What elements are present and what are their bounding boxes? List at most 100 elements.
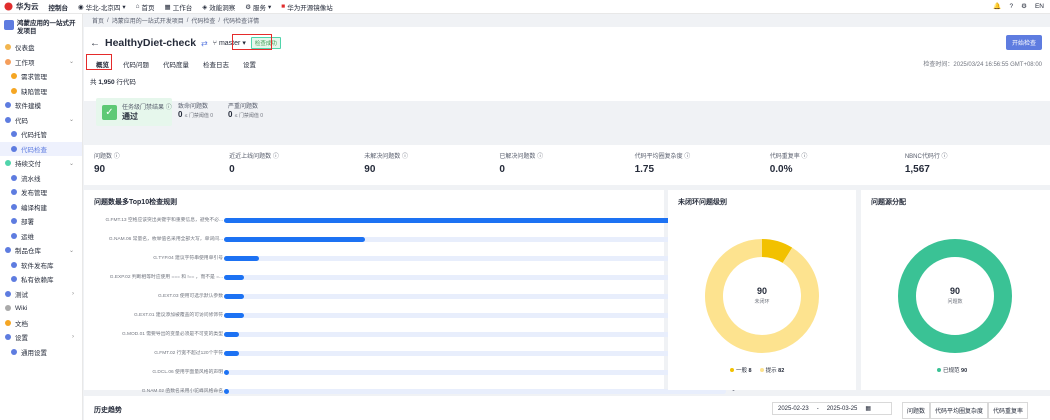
donut2-legend: 已规范 90 bbox=[937, 366, 967, 374]
check-icon: ✓ bbox=[102, 104, 117, 120]
back-arrow-icon[interactable]: ← bbox=[90, 38, 100, 49]
chevron-down-icon: ⌄ bbox=[68, 160, 74, 167]
nav-icon bbox=[11, 276, 17, 283]
bar-row: G.EXT.01 建议添加被覆盖的可访问修饰符4 bbox=[94, 310, 735, 320]
donut2-center-value: 90 bbox=[949, 286, 960, 296]
gate-result-value: 通过 bbox=[122, 112, 138, 121]
donut1-legend: 一般 8 提示 82 bbox=[730, 366, 784, 374]
bar[interactable] bbox=[224, 218, 696, 223]
stats-row: 问题数 ⓘ 90 近近上线问题数 ⓘ 0 未解决问题数 ⓘ 90 已解决问题数 ⓘ 0 代码平均… bbox=[84, 145, 1050, 185]
bar[interactable] bbox=[224, 332, 240, 337]
start-check-button[interactable]: 开始检查 bbox=[1005, 35, 1042, 50]
chevron-down-icon: ⌄ bbox=[68, 247, 74, 254]
bell-icon[interactable]: 🔔 bbox=[993, 2, 1001, 10]
history-tab-complexity[interactable]: 代码平均圈复杂度 bbox=[930, 402, 989, 419]
nav-icon bbox=[5, 44, 11, 51]
nav-insight[interactable]: ◈ 效能洞察 bbox=[202, 2, 235, 12]
check-time: 检查时间：2025/03/24 16:56:55 GMT+08:00 bbox=[923, 62, 1042, 68]
gate-result: ✓ 任务级门禁结果 ⓘ 通过 致命问题数 0 ≤ 门禁阈值 0 严重问题数 0 … bbox=[96, 98, 276, 126]
nav-icon bbox=[11, 131, 17, 138]
sidebar-item-3[interactable]: 缺陷管理 bbox=[0, 84, 82, 99]
nav-icon bbox=[5, 334, 11, 341]
breadcrumb-project[interactable]: 鸿蒙应用的一站式开发项目 bbox=[112, 16, 184, 25]
donut-slice-0[interactable] bbox=[898, 239, 1012, 353]
fatal-count: 致命问题数 0 ≤ 门禁阈值 0 bbox=[178, 104, 213, 119]
help-icon: ⓘ bbox=[113, 154, 120, 160]
tab-settings[interactable]: 设置 bbox=[236, 56, 263, 72]
nav-icon bbox=[11, 73, 17, 80]
sidebar-item-label: Wiki bbox=[15, 304, 28, 312]
issue-source-donut bbox=[898, 239, 1012, 353]
history-tab-issues[interactable]: 问题数 bbox=[902, 402, 931, 419]
nav-mirror[interactable]: ■ 华为开源镜像站 bbox=[281, 2, 332, 12]
insight-icon: ◈ bbox=[202, 3, 208, 11]
history-panel: 历史趋势 2025-02-23-2025-03-25 ▦ 问题数 代码平均圈复杂度… bbox=[84, 396, 1050, 420]
sidebar-item-4[interactable]: 软件建模 bbox=[0, 98, 82, 113]
link-icon[interactable]: ⇄ bbox=[201, 39, 208, 48]
bar[interactable] bbox=[224, 256, 260, 261]
nav-workbench[interactable]: ▦ 工作台 bbox=[165, 2, 193, 12]
bar[interactable] bbox=[224, 351, 240, 356]
nav-icon bbox=[5, 160, 11, 167]
tab-metrics[interactable]: 代码度量 bbox=[156, 56, 196, 72]
settings-icon[interactable]: ⚙ bbox=[1021, 2, 1027, 10]
help-icon: ⓘ bbox=[684, 154, 691, 160]
history-tab-duplication[interactable]: 代码重复率 bbox=[988, 402, 1029, 419]
breadcrumb-check[interactable]: 代码检查 bbox=[191, 16, 215, 25]
project-header[interactable]: 鸿蒙应用的一站式开发项目 bbox=[0, 14, 82, 40]
sidebar-item-label: 运维 bbox=[21, 233, 34, 241]
bar-label: G.EXP.02 判断相等时应使用 === 和 !== ，而不是 =... bbox=[109, 275, 223, 280]
sidebar-item-5[interactable]: 代码 ⌄ bbox=[0, 113, 82, 128]
bar[interactable] bbox=[224, 237, 365, 242]
nav-icon bbox=[11, 189, 17, 196]
sidebar-item-1[interactable]: 工作项 ⌄ bbox=[0, 55, 82, 70]
service-icon: ⚙ bbox=[245, 3, 252, 11]
breadcrumb-home[interactable]: 首页 bbox=[92, 16, 104, 25]
lang-switch[interactable]: EN bbox=[1035, 3, 1044, 10]
bar[interactable] bbox=[224, 313, 245, 318]
sidebar-item-10[interactable]: 发布管理 bbox=[0, 185, 82, 200]
bar-track bbox=[224, 351, 726, 356]
donut1-center-value: 90 bbox=[756, 286, 767, 296]
bar-track bbox=[224, 332, 726, 337]
tab-logs[interactable]: 检查日志 bbox=[196, 56, 236, 72]
sidebar-item-11[interactable]: 编译构建 bbox=[0, 200, 82, 215]
console-link[interactable]: 控制台 bbox=[49, 2, 69, 12]
bar-row: G.EXT.03 使用可选示默认参数4 bbox=[94, 291, 735, 301]
help-icon[interactable]: ? bbox=[1010, 3, 1014, 10]
sidebar-item-label: 软件建模 bbox=[15, 103, 41, 111]
sidebar-item-8[interactable]: 持续交付 ⌄ bbox=[0, 156, 82, 171]
sidebar-item-9[interactable]: 流水线 bbox=[0, 171, 82, 186]
bar-label: G.DCL.06 使用字面量风格的声明 bbox=[152, 370, 223, 375]
tab-issues[interactable]: 代码问题 bbox=[116, 56, 156, 72]
chevron-down-icon: ▾ bbox=[122, 3, 126, 11]
help-icon: ⓘ bbox=[401, 154, 408, 160]
total-lines: 共 1,950 行代码 bbox=[90, 79, 136, 86]
sidebar-item-7[interactable]: 代码检查 bbox=[0, 141, 82, 156]
sidebar-item-label: 文档 bbox=[15, 320, 28, 328]
region-select[interactable]: ◉ 华北-北京四 ▾ bbox=[78, 2, 126, 12]
stat-value: 1,567 bbox=[904, 164, 930, 175]
stat-0: 问题数 ⓘ 90 bbox=[94, 151, 229, 179]
nav-home[interactable]: ⌂ 首页 bbox=[136, 2, 155, 12]
nav-service[interactable]: ⚙ 服务 ▾ bbox=[245, 2, 271, 12]
sidebar-item-6[interactable]: 代码托管 bbox=[0, 127, 82, 142]
date-range-picker[interactable]: 2025-02-23-2025-03-25 ▦ bbox=[772, 402, 892, 415]
breadcrumb: 首页 / 鸿蒙应用的一站式开发项目 / 代码检查 / 代码检查详情 bbox=[92, 16, 260, 26]
nav-icon bbox=[5, 247, 11, 254]
donut-slice-1[interactable] bbox=[705, 239, 819, 353]
bar[interactable] bbox=[224, 389, 230, 394]
breadcrumb-current: 代码检查详情 bbox=[223, 19, 260, 25]
brand-logo[interactable]: 华为云 bbox=[4, 1, 39, 12]
donut-slice-0[interactable] bbox=[761, 239, 793, 264]
sidebar-item-2[interactable]: 需求管理 bbox=[0, 69, 82, 84]
chevron-down-icon: ⌄ bbox=[68, 59, 74, 66]
bar[interactable] bbox=[224, 275, 245, 280]
sidebar-item-label: 测试 bbox=[15, 291, 28, 299]
bar-label: G.MOD.01 需要导出的变量必须是不可变的类型 bbox=[121, 332, 223, 337]
stat-value: 90 bbox=[94, 164, 106, 175]
bar[interactable] bbox=[224, 370, 230, 375]
sidebar-item-0[interactable]: 仪表盘 bbox=[0, 40, 82, 55]
help-icon: ⓘ bbox=[272, 154, 279, 160]
bar[interactable] bbox=[224, 294, 245, 299]
